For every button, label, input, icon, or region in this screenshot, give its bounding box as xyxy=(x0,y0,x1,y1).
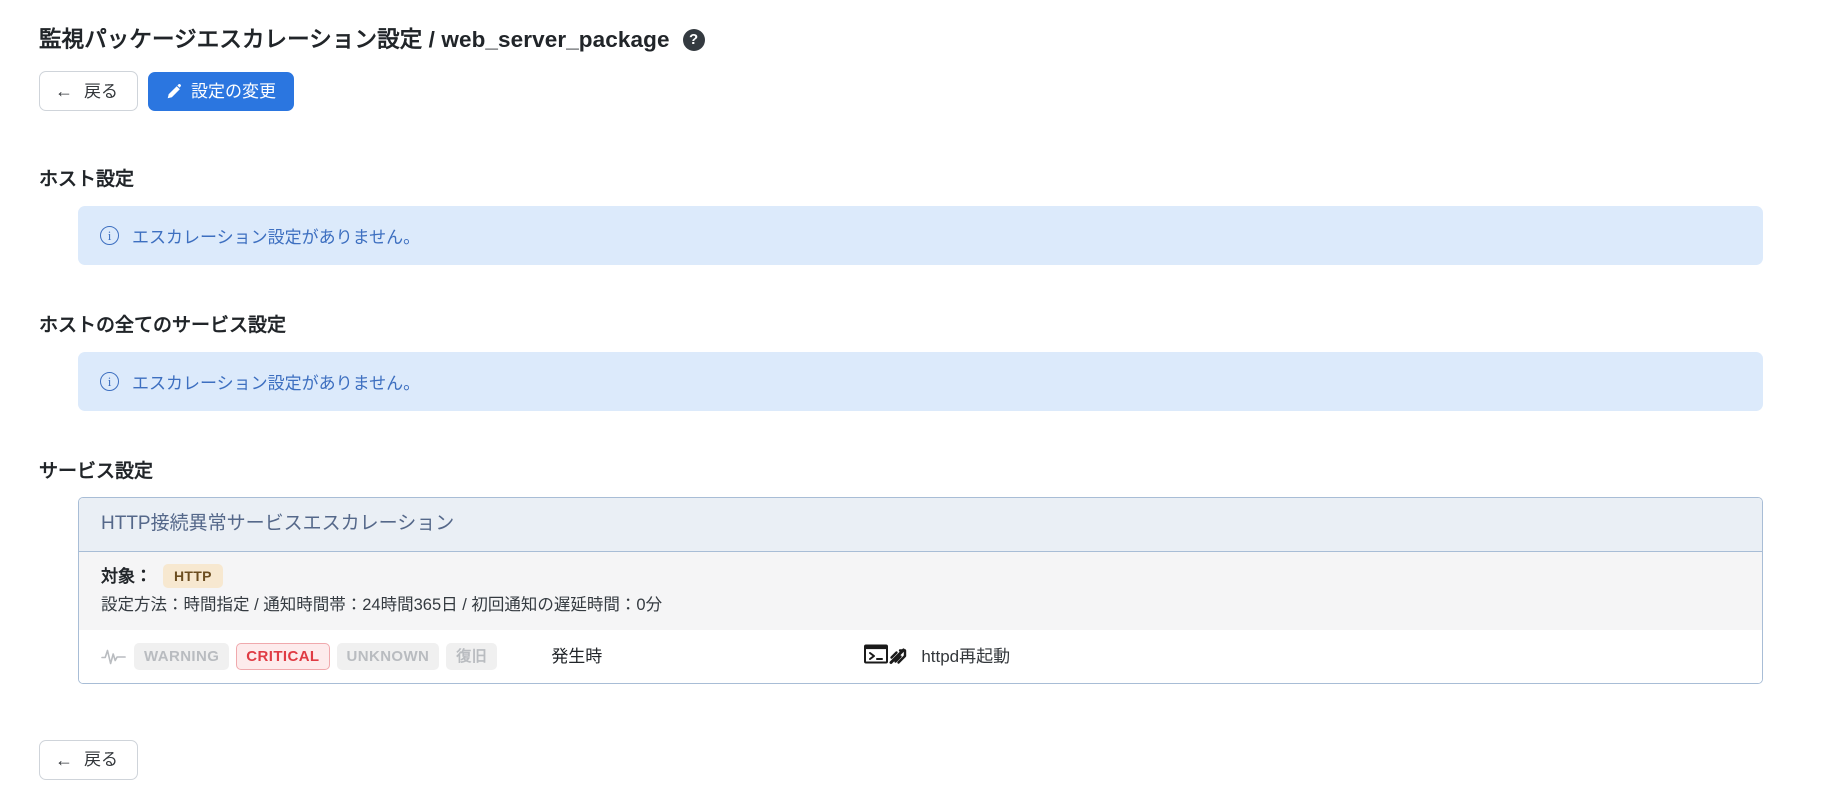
service-escalation-meta: 対象： HTTP 設定方法：時間指定 / 通知時間帯：24時間365日 / 初回… xyxy=(79,552,1762,630)
info-circle-icon: i xyxy=(100,225,119,245)
escalation-detail-text: 設定方法：時間指定 / 通知時間帯：24時間365日 / 初回通知の遅延時間：0… xyxy=(101,596,663,615)
footer: ← 戻る xyxy=(39,739,1798,780)
service-settings-section: サービス設定 HTTP接続異常サービスエスカレーション 対象： HTTP 設定方… xyxy=(39,461,1798,684)
toolbar: ← 戻る 設定の変更 xyxy=(39,71,1798,111)
edit-settings-label: 設定の変更 xyxy=(191,81,276,101)
state-chip-group: WARNING CRITICAL UNKNOWN 復旧 xyxy=(101,642,498,670)
host-settings-empty-alert: i エスカレーション設定がありません。 xyxy=(78,205,1763,265)
host-all-services-empty-alert: i エスカレーション設定がありません。 xyxy=(78,351,1763,411)
back-button-bottom[interactable]: ← 戻る xyxy=(39,739,138,780)
state-chip-unknown[interactable]: UNKNOWN xyxy=(336,642,440,670)
escalation-action: httpd再起動 xyxy=(864,642,1010,671)
state-chip-critical[interactable]: CRITICAL xyxy=(236,642,330,670)
state-chip-recovery[interactable]: 復旧 xyxy=(446,642,498,670)
escalation-action-label: httpd再起動 xyxy=(921,646,1011,666)
target-label: 対象： xyxy=(101,566,152,586)
service-settings-heading: サービス設定 xyxy=(39,460,154,482)
host-settings-heading: ホスト設定 xyxy=(39,169,135,190)
service-escalation-card-title[interactable]: HTTP接続異常サービスエスカレーション xyxy=(79,498,1762,553)
host-settings-empty-text: エスカレーション設定がありません。 xyxy=(132,227,421,247)
page-title: 監視パッケージエスカレーション設定 / web_server_package xyxy=(39,27,670,52)
target-row: 対象： HTTP xyxy=(101,564,1740,589)
help-circle-icon[interactable]: ? xyxy=(682,28,705,51)
page-title-row: 監視パッケージエスカレーション設定 / web_server_package ? xyxy=(39,26,1798,53)
back-button-top[interactable]: ← 戻る xyxy=(39,71,138,111)
host-settings-section: ホスト設定 i エスカレーション設定がありません。 xyxy=(39,169,1798,265)
pulse-waveform-icon xyxy=(101,646,127,666)
target-badge: HTTP xyxy=(163,564,223,589)
notification-timing: 発生時 xyxy=(551,646,603,666)
host-all-services-section: ホストの全てのサービス設定 i エスカレーション設定がありません。 xyxy=(39,315,1798,411)
service-escalation-card: HTTP接続異常サービスエスカレーション 対象： HTTP 設定方法：時間指定 … xyxy=(78,497,1763,684)
back-button-top-label: 戻る xyxy=(84,81,118,101)
terminal-escalation-icon xyxy=(864,642,912,671)
host-all-services-heading: ホストの全てのサービス設定 xyxy=(39,314,287,336)
escalation-rule-row: WARNING CRITICAL UNKNOWN 復旧 発生時 httpd再起動 xyxy=(79,629,1762,683)
edit-settings-button[interactable]: 設定の変更 xyxy=(148,71,294,111)
host-all-services-empty-text: エスカレーション設定がありません。 xyxy=(132,373,421,393)
back-button-bottom-label: 戻る xyxy=(84,750,118,770)
page-container: 監視パッケージエスカレーション設定 / web_server_package ?… xyxy=(0,0,1837,780)
arrow-left-icon: ← xyxy=(55,749,73,770)
arrow-left-icon: ← xyxy=(55,81,73,101)
pencil-icon xyxy=(166,83,183,100)
state-chip-warning[interactable]: WARNING xyxy=(134,642,230,670)
info-circle-icon: i xyxy=(100,371,119,391)
